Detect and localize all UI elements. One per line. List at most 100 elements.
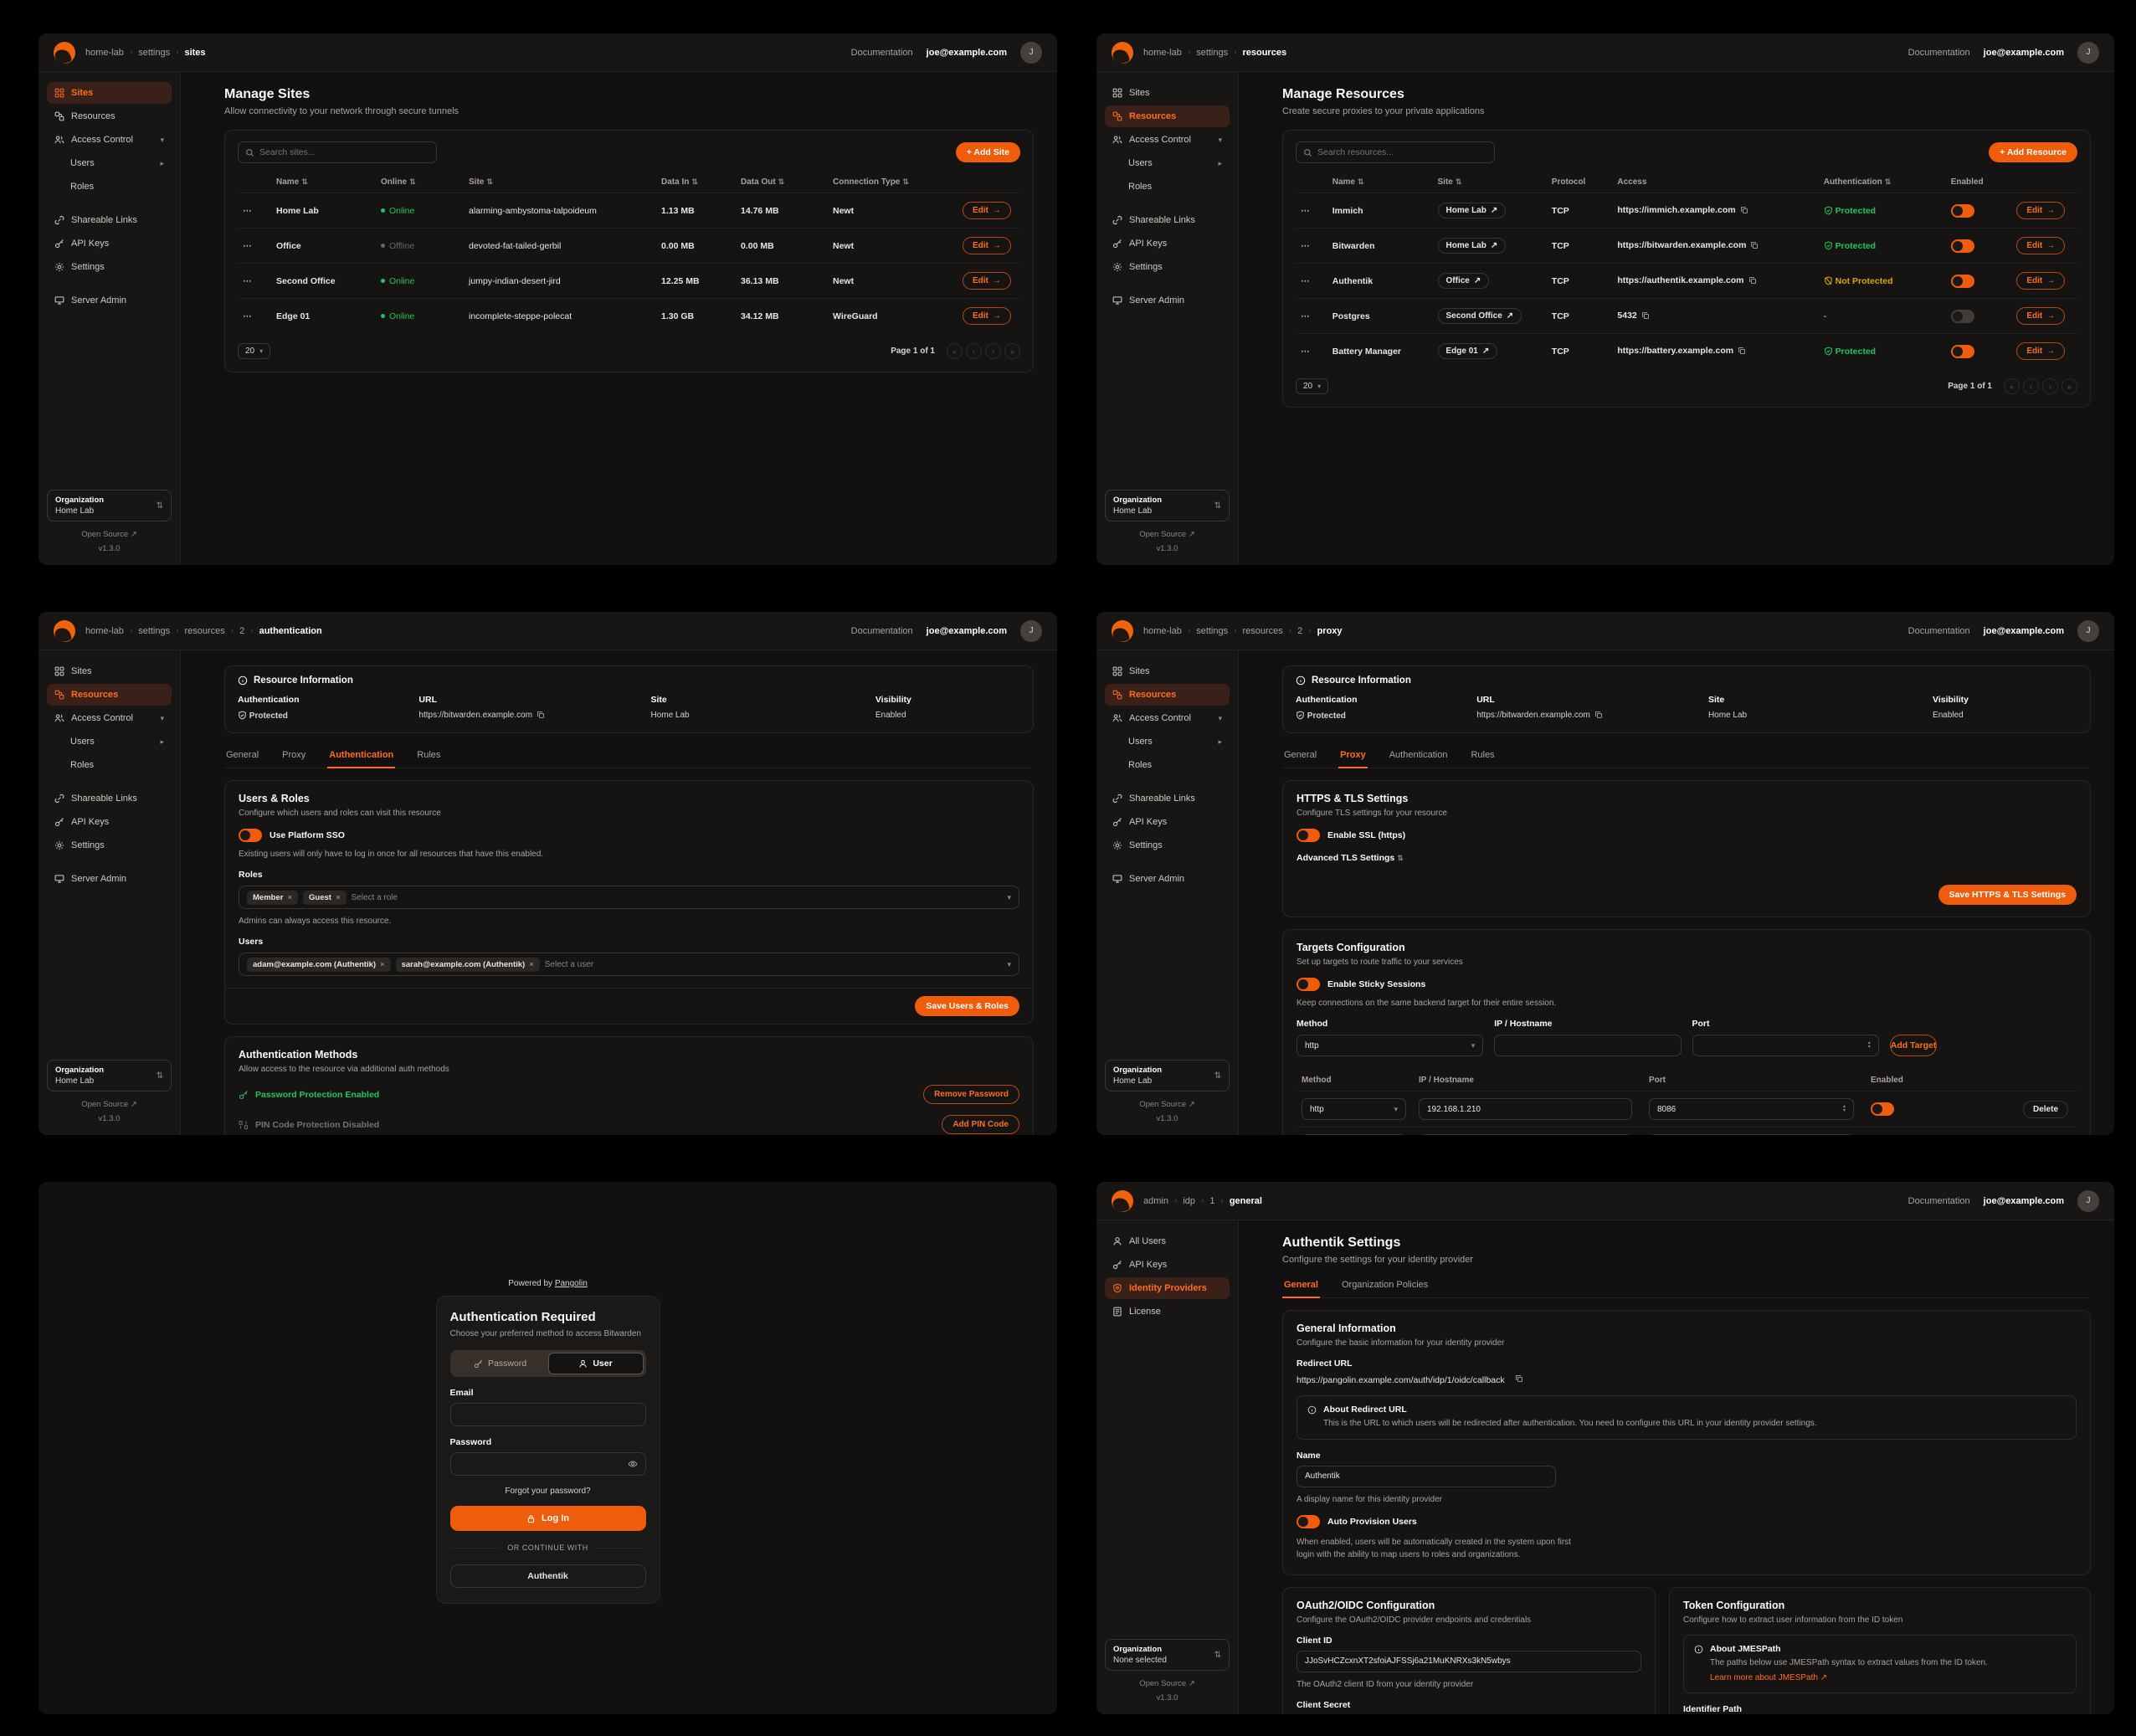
avatar[interactable]: J — [2077, 620, 2099, 642]
edit-button[interactable]: Edit→ — [963, 202, 1011, 219]
method-select[interactable]: http▾ — [1296, 1035, 1483, 1056]
pangolin-link[interactable]: Pangolin — [555, 1279, 588, 1288]
enabled-toggle[interactable] — [1951, 345, 1974, 358]
sidebar-item-sites[interactable]: Sites — [1105, 660, 1230, 682]
method-select[interactable]: http▾ — [1302, 1098, 1406, 1120]
remove-chip-button[interactable]: × — [529, 960, 534, 969]
site-link-pill[interactable]: Second Office↗ — [1438, 308, 1522, 324]
documentation-link[interactable]: Documentation — [1908, 626, 1970, 636]
advanced-tls-expander[interactable]: Advanced TLS Settings ⇅ — [1296, 853, 2077, 863]
open-source-link[interactable]: Open Source ↗ — [1139, 1100, 1195, 1109]
number-stepper[interactable]: ▴▾ — [1868, 1041, 1871, 1050]
sidebar-item-users[interactable]: Users▸ — [1105, 731, 1230, 752]
copy-icon[interactable] — [1594, 712, 1603, 722]
breadcrumb-org[interactable]: home-lab — [1143, 48, 1182, 58]
breadcrumb-resource-id[interactable]: 2 — [1297, 626, 1302, 636]
sort-icon[interactable]: ⇅ — [691, 177, 698, 186]
eye-icon[interactable] — [628, 1459, 638, 1469]
jmespath-learn-more-link[interactable]: Learn more about JMESPath ↗ — [1710, 1673, 1827, 1682]
last-page-button[interactable]: » — [2062, 378, 2077, 394]
sidebar-item-shareable-links[interactable]: Shareable Links — [47, 788, 172, 809]
sidebar-item-access-control[interactable]: Access Control▾ — [1105, 707, 1230, 729]
sort-icon[interactable]: ⇅ — [301, 177, 308, 186]
target-enabled-toggle[interactable] — [1871, 1102, 1894, 1116]
organization-picker[interactable]: OrganizationHome Lab ⇅ — [47, 1060, 172, 1091]
method-select[interactable]: http▾ — [1302, 1134, 1406, 1135]
sidebar-item-settings[interactable]: Settings — [47, 835, 172, 856]
copy-icon[interactable] — [1738, 347, 1746, 357]
add-target-button[interactable]: Add Target — [1890, 1035, 1938, 1056]
sidebar-item-settings[interactable]: Settings — [47, 256, 172, 278]
save-https-tls-button[interactable]: Save HTTPS & TLS Settings — [1938, 885, 2077, 905]
port-input[interactable]: ▴▾ — [1649, 1134, 1854, 1135]
row-menu-button[interactable]: ⋯ — [1301, 241, 1311, 251]
ip-hostname-input[interactable] — [1502, 1041, 1672, 1050]
tab-proxy[interactable]: Proxy — [1338, 744, 1368, 768]
tab-rules[interactable]: Rules — [415, 744, 442, 768]
copy-icon[interactable] — [1641, 312, 1650, 322]
sidebar-item-roles[interactable]: Roles — [1105, 176, 1230, 198]
number-stepper[interactable]: ▴▾ — [1843, 1105, 1846, 1113]
user-email[interactable]: joe@example.com — [927, 48, 1007, 58]
sidebar-item-api-keys[interactable]: API Keys — [47, 811, 172, 833]
organization-picker[interactable]: OrganizationHome Lab ⇅ — [1105, 490, 1230, 521]
row-menu-button[interactable]: ⋯ — [243, 276, 253, 286]
enable-ssl-toggle[interactable] — [1296, 829, 1320, 842]
copy-icon[interactable] — [1740, 207, 1748, 217]
sidebar-item-server-admin[interactable]: Server Admin — [47, 290, 172, 311]
sidebar-item-identity-providers[interactable]: Identity Providers — [1105, 1277, 1230, 1299]
edit-button[interactable]: Edit→ — [2016, 202, 2065, 219]
site-link-pill[interactable]: Home Lab↗ — [1438, 238, 1507, 254]
prev-page-button[interactable]: ‹ — [966, 343, 982, 359]
sidebar-item-users[interactable]: Users▸ — [47, 152, 172, 174]
copy-icon[interactable] — [1748, 277, 1757, 287]
sidebar-item-sites[interactable]: Sites — [47, 82, 172, 104]
search-input[interactable] — [259, 147, 429, 157]
avatar[interactable]: J — [2077, 1190, 2099, 1212]
sidebar-item-license[interactable]: License — [1105, 1301, 1230, 1323]
organization-picker[interactable]: OrganizationHome Lab ⇅ — [1105, 1060, 1230, 1091]
sidebar-item-sites[interactable]: Sites — [1105, 82, 1230, 104]
sidebar-item-server-admin[interactable]: Server Admin — [1105, 290, 1230, 311]
breadcrumb-idp-id[interactable]: 1 — [1209, 1196, 1214, 1206]
tab-general[interactable]: General — [1282, 1274, 1320, 1298]
sidebar-item-api-keys[interactable]: API Keys — [47, 233, 172, 254]
breadcrumb-settings[interactable]: settings — [138, 626, 170, 636]
sticky-sessions-toggle[interactable] — [1296, 978, 1320, 991]
name-field[interactable] — [1305, 1471, 1548, 1481]
port-input[interactable]: ▴▾ — [1649, 1098, 1854, 1120]
row-menu-button[interactable]: ⋯ — [1301, 311, 1311, 321]
enabled-toggle[interactable] — [1951, 275, 1974, 288]
platform-sso-toggle[interactable] — [239, 829, 262, 842]
avatar[interactable]: J — [2077, 42, 2099, 64]
site-link-pill[interactable]: Office↗ — [1438, 273, 1490, 289]
login-button[interactable]: Log In — [450, 1506, 646, 1531]
add-pin-code-button[interactable]: Add PIN Code — [942, 1115, 1019, 1134]
breadcrumb-settings[interactable]: settings — [138, 48, 170, 58]
sidebar-item-roles[interactable]: Roles — [47, 754, 172, 776]
delete-target-button[interactable]: Delete — [2023, 1101, 2068, 1118]
sort-icon[interactable]: ⇅ — [1358, 177, 1364, 186]
tab-general[interactable]: General — [224, 744, 260, 768]
documentation-link[interactable]: Documentation — [851, 626, 913, 636]
authentik-sso-button[interactable]: Authentik — [450, 1564, 646, 1588]
sort-icon[interactable]: ⇅ — [1885, 177, 1892, 186]
sidebar-item-sites[interactable]: Sites — [47, 660, 172, 682]
row-menu-button[interactable]: ⋯ — [243, 311, 253, 321]
first-page-button[interactable]: « — [2004, 378, 2020, 394]
sidebar-item-resources[interactable]: Resources — [47, 105, 172, 127]
password-method-tab[interactable]: Password — [453, 1353, 548, 1374]
tab-proxy[interactable]: Proxy — [280, 744, 307, 768]
breadcrumb-org[interactable]: home-lab — [85, 626, 124, 636]
breadcrumb-resources[interactable]: resources — [1242, 626, 1282, 636]
open-source-link[interactable]: Open Source ↗ — [81, 530, 137, 539]
page-size-select[interactable]: 20▾ — [1296, 378, 1328, 394]
edit-button[interactable]: Edit→ — [963, 237, 1011, 254]
sort-icon[interactable]: ⇅ — [486, 177, 493, 186]
sidebar-item-all-users[interactable]: All Users — [1105, 1230, 1230, 1252]
password-field[interactable] — [459, 1459, 628, 1469]
edit-button[interactable]: Edit→ — [2016, 272, 2065, 290]
next-page-button[interactable]: › — [2042, 378, 2058, 394]
breadcrumb-admin[interactable]: admin — [1143, 1196, 1168, 1206]
copy-icon[interactable] — [1750, 242, 1759, 252]
